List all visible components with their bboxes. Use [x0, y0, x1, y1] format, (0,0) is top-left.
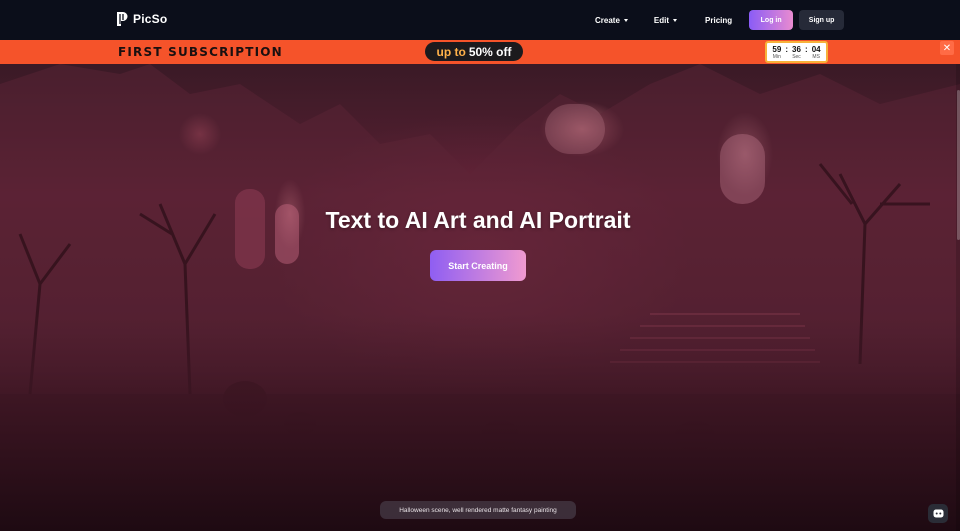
timer-separator: :	[785, 45, 788, 54]
nav-links: Create Edit Pricing Log in Sign up	[595, 0, 845, 40]
chevron-down-icon	[623, 18, 628, 22]
nav-pricing-label: Pricing	[705, 15, 733, 25]
timer-minutes-value: 59	[772, 44, 782, 54]
nav-pricing-link[interactable]: Pricing	[705, 16, 732, 25]
timer-separator: :	[805, 45, 808, 54]
nav-create-label: Create	[595, 15, 620, 25]
timer-seconds: 36 Sec	[789, 45, 804, 60]
close-icon[interactable]: ✕	[940, 41, 954, 55]
picso-logo-icon	[116, 11, 128, 27]
promo-offer-prefix: up to	[436, 44, 466, 59]
timer-seconds-value: 36	[792, 44, 801, 54]
countdown-timer: 59 Min : 36 Sec : 04 MS	[765, 41, 828, 63]
hero-background-image	[0, 64, 960, 531]
timer-ms-value: 04	[811, 44, 821, 54]
chat-bot-icon[interactable]	[928, 504, 948, 523]
promo-banner[interactable]: FIRST SUBSCRIPTION up to 50% off 59 Min …	[0, 40, 960, 64]
timer-ms: 04 MS	[809, 45, 824, 60]
hero-title: Text to AI Art and AI Portrait	[325, 207, 631, 233]
timer-minutes: 59 Min	[769, 45, 784, 60]
timer-minutes-label: Min	[772, 53, 781, 60]
nav-create-dropdown[interactable]: Create	[595, 16, 628, 25]
nav-edit-dropdown[interactable]: Edit	[653, 15, 678, 25]
promo-title: FIRST SUBSCRIPTION	[118, 45, 283, 59]
timer-seconds-label: Sec	[792, 53, 801, 60]
signup-button[interactable]: Sign up	[799, 10, 845, 30]
chevron-down-icon	[673, 18, 678, 22]
image-prompt-caption: Halloween scene, well rendered matte fan…	[380, 501, 576, 519]
promo-offer-badge: up to 50% off	[425, 42, 523, 61]
top-navbar: PicSo Create Edit Pricing Log in Sign up	[0, 0, 960, 40]
timer-ms-label: MS	[812, 53, 820, 60]
login-button[interactable]: Log in	[749, 10, 794, 30]
promo-offer-value: 50% off	[468, 44, 512, 59]
start-creating-button[interactable]: Start Creating	[430, 250, 526, 281]
nav-edit-label: Edit	[653, 15, 670, 25]
brand-name: PicSo	[133, 12, 168, 26]
brand-logo[interactable]: PicSo	[116, 11, 167, 27]
hero-section: Text to AI Art and AI Portrait Start Cre…	[0, 64, 960, 531]
